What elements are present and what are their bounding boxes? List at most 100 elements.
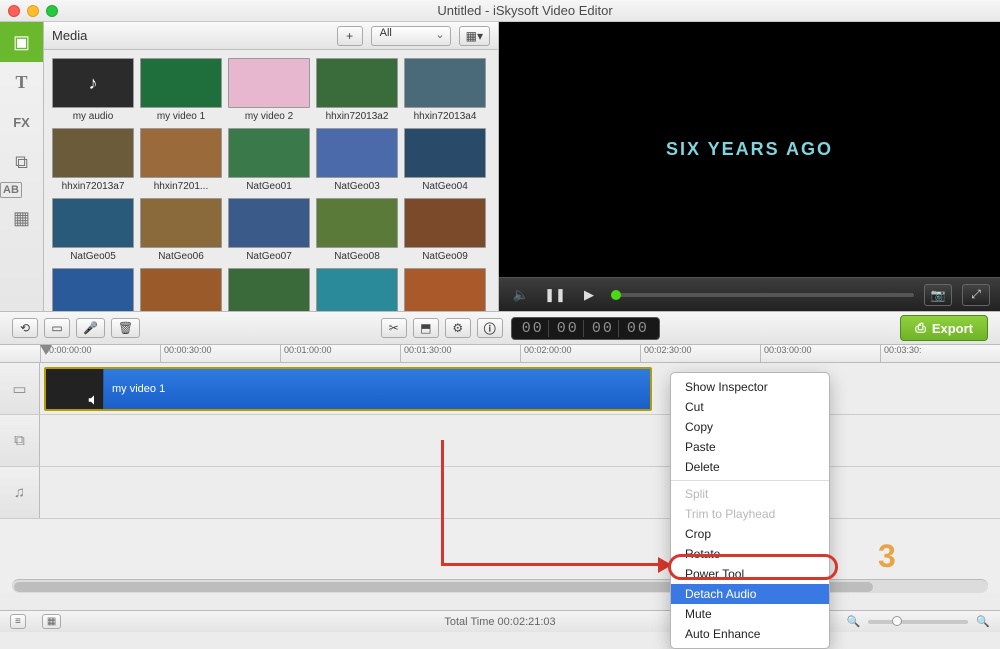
context-menu-item[interactable]: Auto Enhance [671, 624, 829, 644]
media-thumb[interactable]: NatGeo05 [52, 198, 134, 262]
media-thumb[interactable] [228, 268, 310, 311]
audio-track-body[interactable] [40, 467, 1000, 518]
media-thumb[interactable]: NatGeo09 [404, 198, 486, 262]
zoom-out-icon[interactable]: 🔍 [847, 615, 861, 628]
media-thumb-image [140, 268, 222, 311]
timecode-display: 00 00 00 00 [511, 317, 660, 340]
media-thumb-image [404, 128, 486, 178]
snapshot-button[interactable]: 📷 [924, 284, 952, 306]
zoom-handle-icon[interactable] [892, 616, 902, 626]
playhead-icon[interactable] [40, 345, 52, 355]
export-label: Export [932, 321, 973, 336]
camera-tool-button[interactable]: ▭ [44, 318, 70, 338]
media-thumb[interactable]: NatGeo07 [228, 198, 310, 262]
timeline-clip[interactable]: my video 1 [44, 367, 652, 411]
crop-tool-button[interactable]: ⬒ [413, 318, 439, 338]
add-media-button[interactable]: + [337, 26, 363, 46]
sidebar-item-media[interactable]: ▣ [0, 22, 43, 62]
media-thumb-image [52, 268, 134, 311]
media-thumb-image [316, 268, 398, 311]
context-menu-item[interactable]: Rotate [671, 544, 829, 564]
media-thumb[interactable]: ♪my audio [52, 58, 134, 122]
video-track-body[interactable]: my video 1 [40, 363, 1000, 414]
track-head-audio[interactable]: ♫ [0, 467, 40, 518]
media-thumb[interactable]: NatGeo06 [140, 198, 222, 262]
timecode-min: 00 [553, 320, 584, 337]
view-toggle-a[interactable]: ≡ [10, 614, 26, 629]
media-filter-select[interactable]: All [371, 26, 451, 46]
media-thumb[interactable]: hhxin72013a4 [404, 58, 486, 122]
media-thumb[interactable]: my video 1 [140, 58, 222, 122]
export-button[interactable]: ⎙ Export [900, 315, 988, 341]
undo-button[interactable]: ⟲ [12, 318, 38, 338]
preview-progress[interactable] [611, 293, 914, 297]
ruler-tick: 00:00:00:00 [40, 345, 160, 362]
context-menu-item[interactable]: Cut [671, 397, 829, 417]
media-thumb[interactable] [404, 268, 486, 311]
sidebar-item-caption[interactable]: AB [0, 182, 22, 198]
media-thumb[interactable]: NatGeo08 [316, 198, 398, 262]
cut-tool-button[interactable]: ✂ [381, 318, 407, 338]
context-menu-item[interactable]: Paste [671, 437, 829, 457]
volume-icon[interactable]: 🔈 [509, 287, 533, 303]
status-total-time: Total Time 00:02:21:03 [444, 616, 555, 628]
play-button[interactable]: ▶ [577, 287, 601, 303]
media-thumb[interactable]: hhxin7201... [140, 128, 222, 192]
voiceover-button[interactable]: 🎤 [76, 318, 105, 338]
media-thumb[interactable]: NatGeo04 [404, 128, 486, 192]
media-thumb-label: NatGeo01 [228, 181, 310, 192]
media-thumb[interactable]: my video 2 [228, 58, 310, 122]
media-grid: ♪my audio my video 1 my video 2 hhxin72013a… [44, 50, 498, 311]
context-menu-item[interactable]: Detach Audio [671, 584, 829, 604]
zoom-slider[interactable] [868, 620, 968, 624]
context-menu-item[interactable]: Delete [671, 457, 829, 477]
sidebar-item-fx[interactable]: FX [0, 102, 43, 142]
media-thumb[interactable]: hhxin72013a7 [52, 128, 134, 192]
media-thumb[interactable] [316, 268, 398, 311]
media-thumb[interactable]: NatGeo01 [228, 128, 310, 192]
media-thumb[interactable] [52, 268, 134, 311]
sidebar-item-pip[interactable]: ⧉ [0, 142, 43, 182]
preview-screen[interactable]: SIX YEARS AGO [499, 22, 1000, 277]
track-head-video[interactable]: ▭ [0, 363, 40, 414]
view-toggle-b[interactable]: ▦ [42, 614, 61, 629]
media-thumb-label: NatGeo04 [404, 181, 486, 192]
zoom-icon[interactable] [46, 5, 58, 17]
context-menu-item[interactable]: Crop [671, 524, 829, 544]
media-thumb[interactable] [140, 268, 222, 311]
zoom-in-icon[interactable]: 🔍 [976, 615, 990, 628]
media-thumb-label: my video 2 [228, 111, 310, 122]
media-thumb-image [52, 128, 134, 178]
media-thumb-label: hhxin72013a2 [316, 111, 398, 122]
settings-button[interactable]: ⚙ [445, 318, 471, 338]
track-head-overlay[interactable]: ⧉ [0, 415, 40, 466]
timeline-ruler[interactable]: 00:00:00:0000:00:30:0000:01:00:0000:01:3… [0, 345, 1000, 363]
media-thumb[interactable]: NatGeo03 [316, 128, 398, 192]
delete-button[interactable]: 🗑 [111, 318, 140, 338]
media-thumb-image [140, 58, 222, 108]
info-button[interactable]: ⓘ [477, 318, 503, 338]
window-title: Untitled - iSkysoft Video Editor [58, 3, 992, 18]
media-thumb-image [140, 198, 222, 248]
media-thumb-label: my video 1 [140, 111, 222, 122]
sidebar-item-transition[interactable]: ▦ [0, 198, 43, 238]
media-thumb-label: hhxin7201... [140, 181, 222, 192]
context-menu-item[interactable]: Power Tool [671, 564, 829, 584]
media-panel: Media + All ▦▾ ♪my audiomy video 1my vid… [44, 22, 499, 311]
progress-handle-icon[interactable] [611, 290, 621, 300]
close-icon[interactable] [8, 5, 20, 17]
fullscreen-button[interactable]: ⤢ [962, 284, 990, 306]
context-menu-item[interactable]: Copy [671, 417, 829, 437]
timeline-scrollbar[interactable] [12, 579, 988, 593]
minimize-icon[interactable] [27, 5, 39, 17]
sidebar-item-text[interactable]: T [0, 62, 43, 102]
pause-button[interactable]: ❚❚ [543, 287, 567, 303]
timeline-toolbar: ⟲ ▭ 🎤 🗑 ✂ ⬒ ⚙ ⓘ 00 00 00 00 ⎙ Export [0, 311, 1000, 345]
timecode-hr: 00 [518, 320, 549, 337]
annotation-arrow-h [441, 563, 663, 566]
view-mode-button[interactable]: ▦▾ [459, 26, 490, 46]
overlay-track-body[interactable] [40, 415, 1000, 466]
context-menu-item[interactable]: Mute [671, 604, 829, 624]
context-menu-item[interactable]: Show Inspector [671, 377, 829, 397]
media-thumb[interactable]: hhxin72013a2 [316, 58, 398, 122]
